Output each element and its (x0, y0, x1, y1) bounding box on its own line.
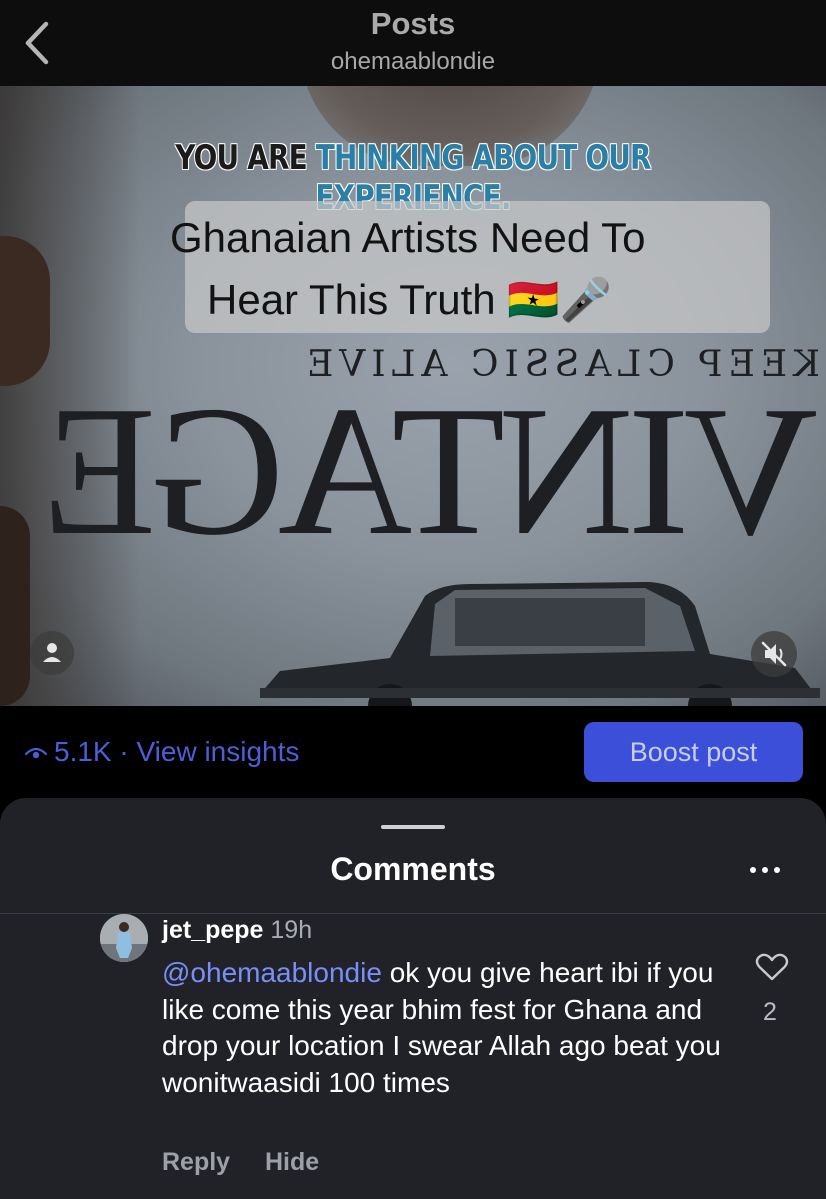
comment-body: @ohemaablondie ok you give heart ibi if … (162, 955, 742, 1101)
commenter-avatar[interactable] (100, 914, 148, 962)
overlay-text-dark: YOU ARE (175, 138, 307, 178)
video-arm (0, 506, 30, 706)
page-title: Posts (370, 6, 456, 41)
video-hand (0, 236, 50, 386)
mute-button[interactable] (751, 631, 797, 677)
comment-mention[interactable]: @ohemaablondie (162, 957, 382, 988)
shirt-print-big: VINTAGE (48, 368, 818, 574)
caption-line-2: Hear This Truth 🇬🇭🎤 (207, 276, 612, 323)
heart-icon (755, 953, 789, 981)
more-horizontal-icon (750, 867, 780, 873)
avatar-photo (100, 914, 148, 962)
comment-time: 19h (270, 916, 313, 944)
view-insights-link[interactable]: 5.1K · View insights (54, 736, 299, 768)
post-video[interactable]: YOU ARE THINKING ABOUT OUR EXPERIENCE. G… (0, 86, 826, 706)
like-count: 2 (763, 998, 777, 1026)
boost-post-button[interactable]: Boost post (584, 722, 803, 782)
like-comment-button[interactable] (755, 952, 789, 982)
tagged-people-button[interactable] (30, 631, 74, 675)
comment-username[interactable]: jet_pepe 19h (162, 916, 312, 945)
hide-button[interactable]: Hide (265, 1148, 319, 1177)
comments-title: Comments (330, 851, 496, 887)
person-icon (43, 643, 61, 662)
car-graphic (260, 582, 820, 706)
comment-username-text[interactable]: jet_pepe (162, 916, 263, 944)
reply-button[interactable]: Reply (162, 1148, 230, 1177)
more-options-button[interactable] (748, 858, 782, 882)
speaker-muted-icon (761, 641, 787, 667)
sheet-drag-handle[interactable] (381, 825, 445, 829)
eye-icon (24, 740, 48, 764)
page-subtitle: ohemaablondie (330, 48, 496, 75)
caption-line-1: Ghanaian Artists Need To (170, 214, 646, 261)
